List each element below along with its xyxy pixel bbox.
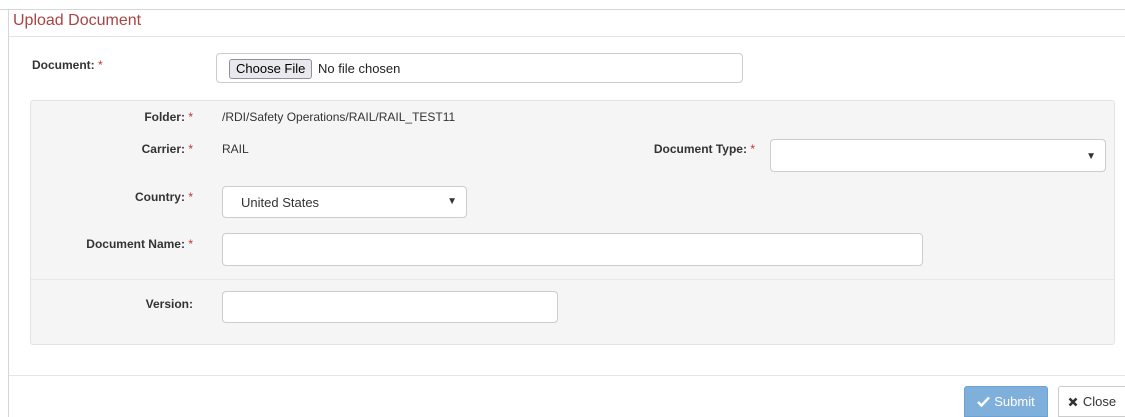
file-status-text: No file chosen	[318, 61, 401, 76]
country-selected: United States	[241, 195, 320, 210]
document-file-input[interactable]: Choose File No file chosen	[216, 53, 743, 83]
folder-label-text: Folder:	[144, 110, 185, 124]
footer-divider	[9, 375, 1125, 376]
x-icon	[1068, 397, 1078, 407]
version-label-text: Version:	[145, 297, 193, 311]
carrier-value: RAIL	[222, 142, 249, 156]
document-label-text: Document:	[32, 58, 95, 72]
title-divider	[9, 36, 1125, 37]
dialog-left-border	[8, 9, 9, 417]
carrier-label-text: Carrier:	[141, 142, 185, 156]
document-type-select[interactable]: ▼	[770, 139, 1106, 172]
document-name-label: Document Name: *	[86, 237, 193, 251]
required-marker: *	[750, 142, 755, 156]
country-select[interactable]: United States ▼	[222, 186, 467, 218]
required-marker: *	[188, 190, 193, 204]
version-label: Version:	[146, 297, 193, 311]
document-type-label: Document Type: *	[654, 142, 755, 156]
folder-value: /RDI/Safety Operations/RAIL/RAIL_TEST11	[222, 110, 456, 124]
close-label: Close	[1082, 394, 1117, 409]
submit-button[interactable]: Submit	[964, 386, 1048, 417]
required-marker: *	[188, 110, 193, 124]
document-name-label-text: Document Name:	[86, 237, 185, 251]
panel-divider	[31, 279, 1114, 280]
chevron-down-icon: ▼	[447, 196, 457, 207]
required-marker: *	[188, 237, 193, 251]
check-icon	[977, 396, 991, 407]
document-label: Document: *	[32, 58, 103, 72]
document-name-input[interactable]	[222, 233, 923, 266]
dialog-top-border	[0, 9, 1125, 10]
chevron-down-icon: ▼	[1086, 151, 1096, 162]
carrier-label: Carrier: *	[142, 142, 193, 156]
country-label: Country: *	[135, 190, 193, 204]
country-label-text: Country:	[134, 190, 185, 204]
version-input[interactable]	[222, 291, 558, 323]
document-type-label-text: Document Type:	[653, 142, 747, 156]
close-button[interactable]: Close	[1058, 386, 1125, 417]
required-marker: *	[98, 58, 103, 72]
folder-label: Folder: *	[144, 110, 193, 124]
required-marker: *	[188, 142, 193, 156]
submit-label: Submit	[994, 394, 1035, 409]
dialog-title: Upload Document	[13, 12, 142, 29]
choose-file-button[interactable]: Choose File	[229, 59, 313, 79]
